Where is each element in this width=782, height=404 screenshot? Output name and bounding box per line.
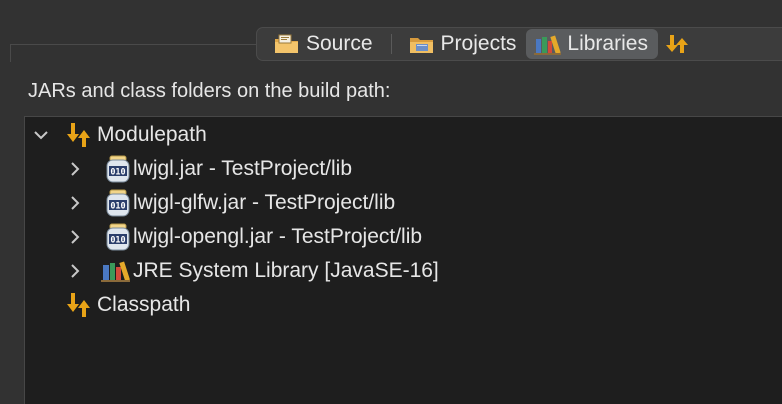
tree-item-classpath[interactable]: Classpath — [33, 288, 190, 322]
tab-separator — [390, 34, 392, 54]
chevron-down-icon[interactable] — [33, 127, 49, 143]
tab-projects-label: Projects — [440, 32, 517, 55]
tree-item-label: lwjgl-glfw.jar - TestProject/lib — [133, 191, 396, 214]
svg-text:010: 010 — [110, 202, 125, 212]
tab-source-label: Source — [306, 32, 373, 55]
order-arrows-icon — [664, 32, 692, 56]
tree-item-modulepath[interactable]: Modulepath — [33, 118, 207, 152]
svg-text:010: 010 — [110, 168, 125, 178]
tree-item-jar[interactable]: 010 lwjgl-opengl.jar - TestProject/lib — [67, 220, 422, 254]
chevron-right-icon[interactable] — [67, 263, 83, 279]
chevron-placeholder — [33, 297, 49, 313]
svg-text:010: 010 — [110, 236, 125, 246]
build-path-tree[interactable]: Modulepath 010 lwjgl.jar - TestProject/l… — [24, 116, 782, 404]
tree-item-label: Modulepath — [97, 123, 207, 146]
tab-projects[interactable]: Projects — [400, 29, 527, 59]
build-path-heading: JARs and class folders on the build path… — [28, 80, 391, 102]
tab-bar: Source Projects Libraries — [256, 27, 782, 61]
tree-item-label: JRE System Library [JavaSE-16] — [133, 259, 439, 282]
tree-item-label: lwjgl.jar - TestProject/lib — [133, 157, 353, 180]
tab-order-export[interactable] — [658, 29, 707, 59]
tree-item-label: lwjgl-opengl.jar - TestProject/lib — [133, 225, 423, 248]
tree-item-jre-library[interactable]: JRE System Library [JavaSE-16] — [67, 254, 439, 288]
tree-item-jar[interactable]: 010 lwjgl.jar - TestProject/lib — [67, 152, 352, 186]
tab-source[interactable]: Source — [265, 29, 383, 59]
libraries-books-icon — [534, 32, 562, 56]
tab-libraries-label: Libraries — [567, 32, 648, 55]
tab-strip: Source Projects Libraries — [0, 0, 782, 62]
tab-libraries[interactable]: Libraries — [526, 29, 658, 59]
chevron-right-icon[interactable] — [67, 229, 83, 245]
chevron-right-icon[interactable] — [67, 161, 83, 177]
order-arrows-icon — [63, 292, 97, 318]
tab-frame-border-left — [10, 44, 11, 62]
tree-item-jar[interactable]: 010 lwjgl-glfw.jar - TestProject/lib — [67, 186, 395, 220]
jar-icon: 010 — [103, 189, 133, 217]
source-folder-icon — [273, 32, 301, 56]
projects-folder-icon — [408, 32, 436, 56]
jar-icon: 010 — [103, 155, 133, 183]
jar-icon: 010 — [103, 223, 133, 251]
build-path-panel: Source Projects Libraries JARs and class… — [0, 0, 782, 404]
chevron-right-icon[interactable] — [67, 195, 83, 211]
tree-item-label: Classpath — [97, 293, 191, 316]
library-books-icon — [99, 259, 133, 283]
order-arrows-icon — [63, 122, 97, 148]
